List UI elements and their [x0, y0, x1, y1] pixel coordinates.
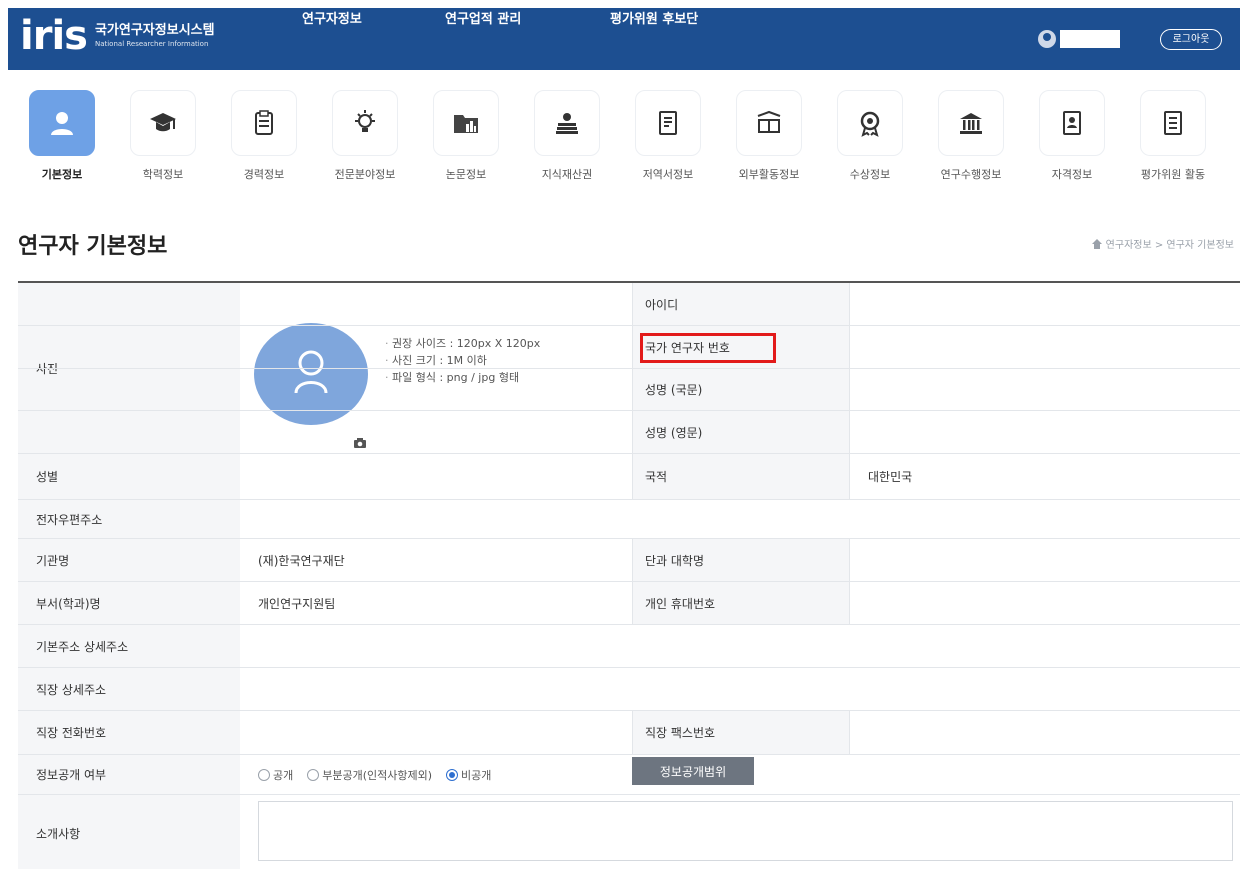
work-address-label: 직장 상세주소 — [18, 668, 240, 710]
category-label: 지식재산권 — [541, 168, 593, 181]
top-navigation-bar: iris 국가연구자정보시스템 National Researcher Info… — [8, 8, 1240, 70]
disclosure-options: 공개 부분공개(인적사항제외) 비공개 — [240, 755, 491, 794]
category-ip[interactable]: 지식재산권 — [515, 90, 619, 182]
disclosure-public-radio[interactable]: 공개 — [258, 767, 293, 783]
radio-checked-icon[interactable] — [446, 768, 459, 781]
category-books[interactable]: 저역서정보 — [616, 90, 720, 182]
clipboard-icon — [231, 90, 297, 156]
category-label: 평가위원 활동 — [1140, 168, 1206, 181]
disclosure-label: 정보공개 여부 — [18, 755, 240, 794]
category-label: 학력정보 — [142, 168, 184, 181]
intro-row: 소개사항 — [18, 795, 1240, 869]
department-value: 개인연구지원팀 — [258, 596, 336, 611]
nav-research-achievements[interactable]: 연구업적 관리 — [445, 8, 521, 27]
logo-subtitle: National Researcher Information — [94, 40, 209, 48]
nationality-label: 국적 — [632, 454, 850, 499]
id-label: 아이디 — [632, 283, 850, 325]
name-en-row: 성명 (영문) — [18, 411, 1240, 454]
name-korean-label: 성명 (국문) — [632, 369, 850, 410]
category-awards[interactable]: 수상정보 — [818, 90, 922, 182]
site-logo[interactable]: iris 국가연구자정보시스템 National Researcher Info… — [20, 14, 215, 58]
category-label: 기본정보 — [41, 168, 83, 181]
category-label: 자격정보 — [1051, 168, 1093, 181]
email-row: 전자우편주소 — [18, 500, 1240, 539]
radio-label: 공개 — [273, 768, 294, 782]
nav-researcher-info[interactable]: 연구자정보 — [302, 8, 362, 27]
book-icon — [635, 90, 701, 156]
folder-chart-icon — [433, 90, 499, 156]
breadcrumb: 연구자정보 > 연구자 기본정보 — [1091, 236, 1234, 251]
nationality-value: 대한민국 — [868, 470, 913, 484]
work-fax-label: 직장 팩스번호 — [632, 711, 850, 754]
category-external-activities[interactable]: 외부활동정보 — [717, 90, 821, 182]
disclosure-row: 정보공개 여부 공개 부분공개(인적사항제외) 비공개 정보공개범위 — [18, 755, 1240, 795]
category-label: 논문정보 — [445, 168, 487, 181]
department-label: 부서(학과)명 — [18, 582, 240, 624]
work-address-row: 직장 상세주소 — [18, 668, 1240, 711]
researcher-info-form: 사진 권장 사이즈 : 120px X 120px 사진 크기 : 1M 이하 … — [18, 281, 1240, 869]
books-icon — [534, 90, 600, 156]
organization-value: (재)한국연구재단 — [258, 553, 345, 568]
category-menu: 기본정보 학력정보 경력정보 전문분야정보 논문정보 지식재산권 저역서정보 외… — [8, 90, 1240, 190]
category-expertise[interactable]: 전문분야정보 — [313, 90, 417, 182]
logout-button[interactable]: 로그아웃 — [1160, 29, 1222, 50]
gender-label: 성별 — [18, 454, 240, 499]
radio-label: 비공개 — [461, 768, 492, 782]
work-phone-label: 직장 전화번호 — [18, 711, 240, 754]
nav-evaluator-pool[interactable]: 평가위원 후보단 — [610, 8, 698, 27]
user-name-redacted — [1060, 30, 1120, 48]
organization-label: 기관명 — [18, 539, 240, 581]
graduation-cap-icon — [130, 90, 196, 156]
category-papers[interactable]: 논문정보 — [414, 90, 518, 182]
organization-row: 기관명 (재)한국연구재단 단과 대학명 — [18, 539, 1240, 582]
category-label: 연구수행정보 — [940, 168, 1002, 181]
user-icon — [29, 90, 95, 156]
radio-label: 부분공개(인적사항제외) — [322, 768, 433, 782]
gender-row: 성별 국적 대한민국 — [18, 454, 1240, 500]
name-ko-row: 성명 (국문) — [18, 369, 1240, 411]
department-row: 부서(학과)명 개인연구지원팀 개인 휴대번호 — [18, 582, 1240, 625]
category-evaluator-activity[interactable]: 평가위원 활동 — [1121, 90, 1225, 182]
category-career[interactable]: 경력정보 — [212, 90, 316, 182]
radio-unchecked-icon[interactable] — [258, 768, 270, 781]
college-label: 단과 대학명 — [632, 539, 850, 581]
user-avatar-icon[interactable] — [1038, 30, 1056, 48]
name-english-label: 성명 (영문) — [632, 411, 850, 453]
home-icon[interactable] — [1091, 238, 1102, 249]
lightbulb-icon — [332, 90, 398, 156]
id-card-icon — [1039, 90, 1105, 156]
mobile-label: 개인 휴대번호 — [632, 582, 850, 624]
page-title: 연구자 기본정보 — [18, 234, 168, 259]
intro-label: 소개사항 — [18, 795, 240, 869]
home-address-label: 기본주소 상세주소 — [18, 625, 240, 667]
disclosure-private-radio[interactable]: 비공개 — [446, 767, 491, 783]
award-icon — [837, 90, 903, 156]
category-basic-info[interactable]: 기본정보 — [10, 90, 114, 182]
email-label: 전자우편주소 — [18, 500, 240, 538]
disclosure-scope-button[interactable]: 정보공개범위 — [632, 757, 754, 785]
category-qualifications[interactable]: 자격정보 — [1020, 90, 1124, 182]
highlight-annotation — [640, 333, 776, 363]
list-document-icon — [1140, 90, 1206, 156]
logo-title: 국가연구자정보시스템 — [94, 23, 215, 38]
category-label: 경력정보 — [243, 168, 285, 181]
work-phone-row: 직장 전화번호 직장 팩스번호 — [18, 711, 1240, 755]
breadcrumb-path[interactable]: 연구자정보 > 연구자 기본정보 — [1106, 236, 1234, 251]
intro-textarea[interactable] — [258, 801, 1233, 861]
disclosure-partial-radio[interactable]: 부분공개(인적사항제외) — [307, 767, 432, 783]
national-id-row: 국가 연구자 번호 — [18, 326, 1240, 369]
open-book-icon — [736, 90, 802, 156]
radio-unchecked-icon[interactable] — [307, 768, 320, 781]
institution-icon — [938, 90, 1004, 156]
logo-mark: iris — [20, 13, 88, 59]
category-label: 외부활동정보 — [738, 168, 800, 181]
home-address-row: 기본주소 상세주소 — [18, 625, 1240, 668]
category-label: 수상정보 — [849, 168, 891, 181]
category-label: 전문분야정보 — [334, 168, 396, 181]
category-research-projects[interactable]: 연구수행정보 — [919, 90, 1023, 182]
category-label: 저역서정보 — [642, 168, 694, 181]
category-education[interactable]: 학력정보 — [111, 90, 215, 182]
id-row: 아이디 — [18, 283, 1240, 326]
